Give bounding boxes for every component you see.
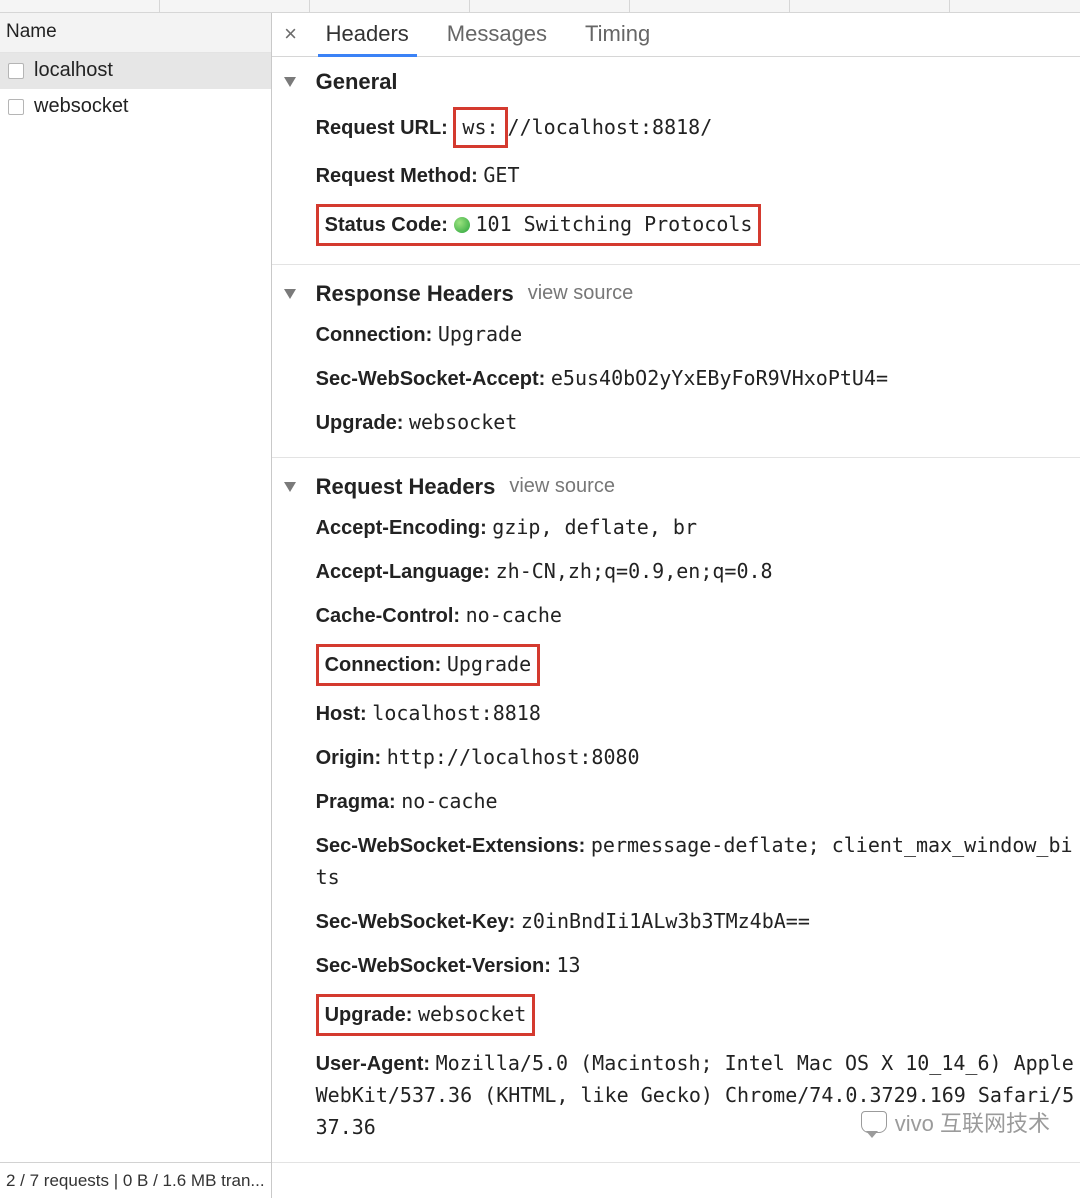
highlight-status: Status Code: 101 Switching Protocols bbox=[316, 204, 762, 246]
view-source-link[interactable]: view source bbox=[528, 282, 634, 305]
chevron-down-icon[interactable] bbox=[284, 289, 296, 299]
file-icon bbox=[8, 63, 24, 79]
kv-value: zh-CN,zh;q=0.9,en;q=0.8 bbox=[496, 559, 773, 583]
kv-key: Request URL: bbox=[316, 117, 448, 139]
kv-status-code: Status Code: 101 Switching Protocols bbox=[316, 198, 1080, 252]
kv-response-connection: Connection: Upgrade bbox=[316, 313, 1080, 357]
kv-key: Upgrade: bbox=[325, 1004, 413, 1026]
file-icon bbox=[8, 99, 24, 115]
kv-key: Accept-Encoding: bbox=[316, 517, 487, 539]
kv-key: Cache-Control: bbox=[316, 605, 460, 627]
kv-key: Upgrade: bbox=[316, 412, 404, 434]
kv-value: no-cache bbox=[466, 603, 562, 627]
section-title-general: General bbox=[316, 69, 398, 95]
kv-response-upgrade: Upgrade: websocket bbox=[316, 401, 1080, 445]
kv-value: GET bbox=[483, 163, 519, 187]
request-label: websocket bbox=[34, 95, 129, 118]
status-dot-icon bbox=[454, 217, 470, 233]
kv-sec-ws-key: Sec-WebSocket-Key: z0inBndIi1ALw3b3TMz4b… bbox=[316, 900, 1080, 944]
requests-list: localhost websocket bbox=[0, 53, 271, 1162]
view-source-link[interactable]: view source bbox=[509, 475, 615, 498]
highlight-upgrade: Upgrade: websocket bbox=[316, 994, 536, 1036]
kv-value: 101 Switching Protocols bbox=[476, 212, 753, 236]
kv-key: Pragma: bbox=[316, 791, 396, 813]
kv-value: websocket bbox=[409, 410, 517, 434]
kv-key: Sec-WebSocket-Version: bbox=[316, 955, 551, 977]
kv-connection: Connection: Upgrade bbox=[316, 638, 1080, 692]
detail-panel: × Headers Messages Timing General Reques… bbox=[272, 13, 1080, 1198]
kv-accept-encoding: Accept-Encoding: gzip, deflate, br bbox=[316, 506, 1080, 550]
chevron-down-icon[interactable] bbox=[284, 77, 296, 87]
section-request-headers: Request Headers view source Accept-Encod… bbox=[272, 468, 1080, 1163]
kv-accept-language: Accept-Language: zh-CN,zh;q=0.9,en;q=0.8 bbox=[316, 550, 1080, 594]
section-title-response-headers: Response Headers bbox=[316, 281, 514, 307]
detail-tabbar: × Headers Messages Timing bbox=[272, 13, 1080, 57]
kv-host: Host: localhost:8818 bbox=[316, 692, 1080, 736]
kv-value: Mozilla/5.0 (Macintosh; Intel Mac OS X 1… bbox=[316, 1051, 1075, 1139]
kv-key: User-Agent: bbox=[316, 1053, 430, 1075]
kv-origin: Origin: http://localhost:8080 bbox=[316, 736, 1080, 780]
kv-value: z0inBndIi1ALw3b3TMz4bA== bbox=[521, 909, 810, 933]
kv-key: Origin: bbox=[316, 747, 382, 769]
kv-value: gzip, deflate, br bbox=[492, 515, 697, 539]
kv-value: no-cache bbox=[401, 789, 497, 813]
kv-key: Connection: bbox=[316, 324, 433, 346]
highlight-connection: Connection: Upgrade bbox=[316, 644, 541, 686]
tab-headers[interactable]: Headers bbox=[318, 13, 417, 56]
headers-detail: General Request URL: ws://localhost:8818… bbox=[272, 57, 1080, 1198]
section-response-headers: Response Headers view source Connection:… bbox=[272, 275, 1080, 458]
kv-value: localhost:8818 bbox=[372, 701, 541, 725]
highlight-ws-scheme: ws: bbox=[453, 107, 507, 148]
tab-timing[interactable]: Timing bbox=[577, 13, 658, 56]
kv-key: Sec-WebSocket-Key: bbox=[316, 911, 516, 933]
kv-response-sec-ws-accept: Sec-WebSocket-Accept: e5us40bO2yYxEByFoR… bbox=[316, 357, 1080, 401]
kv-value: websocket bbox=[418, 1002, 526, 1026]
kv-value: e5us40bO2yYxEByFoR9VHxoPtU4= bbox=[551, 366, 888, 390]
kv-key: Accept-Language: bbox=[316, 561, 490, 583]
requests-panel: Name localhost websocket 2 / 7 requests … bbox=[0, 13, 272, 1198]
request-row-websocket[interactable]: websocket bbox=[0, 89, 271, 125]
kv-value: Upgrade bbox=[447, 652, 531, 676]
kv-key: Sec-WebSocket-Accept: bbox=[316, 368, 546, 390]
kv-upgrade: Upgrade: websocket bbox=[316, 988, 1080, 1042]
kv-key: Status Code: bbox=[325, 214, 448, 236]
tab-messages[interactable]: Messages bbox=[439, 13, 555, 56]
section-title-request-headers: Request Headers bbox=[316, 474, 496, 500]
section-general: General Request URL: ws://localhost:8818… bbox=[272, 63, 1080, 265]
kv-key: Sec-WebSocket-Extensions: bbox=[316, 835, 586, 857]
kv-value: http://localhost:8080 bbox=[387, 745, 640, 769]
kv-sec-ws-ver: Sec-WebSocket-Version: 13 bbox=[316, 944, 1080, 988]
kv-sec-ws-ext: Sec-WebSocket-Extensions: permessage-def… bbox=[316, 824, 1080, 900]
requests-header[interactable]: Name bbox=[0, 13, 271, 53]
request-row-localhost[interactable]: localhost bbox=[0, 53, 271, 89]
chevron-down-icon[interactable] bbox=[284, 482, 296, 492]
devtools-columns-top bbox=[0, 0, 1080, 13]
kv-value: Upgrade bbox=[438, 322, 522, 346]
kv-request-url: Request URL: ws://localhost:8818/ bbox=[316, 101, 1080, 154]
kv-pragma: Pragma: no-cache bbox=[316, 780, 1080, 824]
request-label: localhost bbox=[34, 59, 113, 82]
close-icon[interactable]: × bbox=[278, 21, 304, 47]
kv-cache-control: Cache-Control: no-cache bbox=[316, 594, 1080, 638]
kv-key: Connection: bbox=[325, 654, 442, 676]
kv-value: 13 bbox=[556, 953, 580, 977]
kv-request-method: Request Method: GET bbox=[316, 154, 1080, 198]
kv-key: Host: bbox=[316, 703, 367, 725]
kv-key: Request Method: bbox=[316, 165, 478, 187]
requests-summary: 2 / 7 requests | 0 B / 1.6 MB tran... bbox=[0, 1162, 271, 1198]
kv-value: //localhost:8818/ bbox=[508, 115, 713, 139]
kv-user-agent: User-Agent: Mozilla/5.0 (Macintosh; Inte… bbox=[316, 1042, 1080, 1150]
